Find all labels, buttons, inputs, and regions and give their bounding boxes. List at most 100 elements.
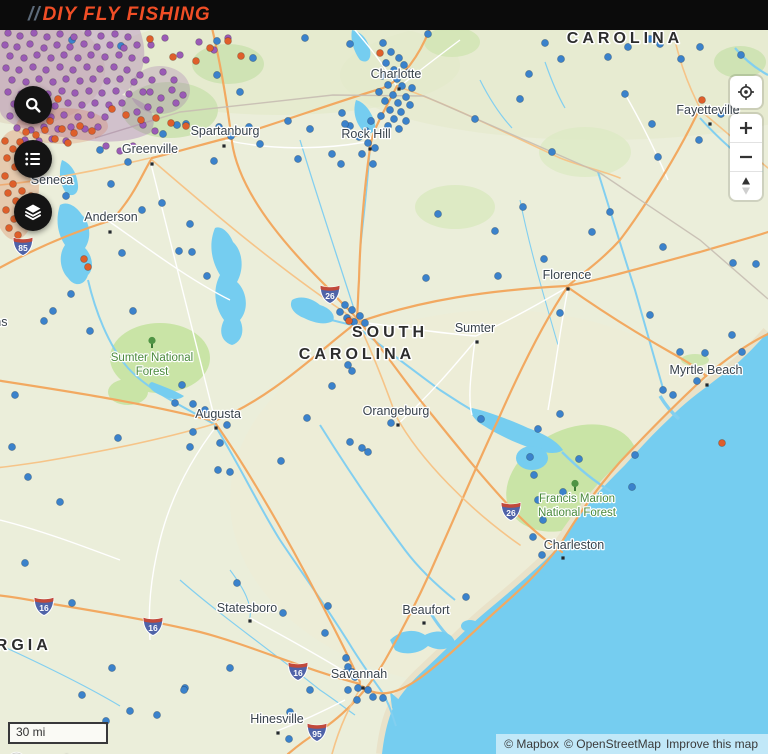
spot-marker-blue[interactable] bbox=[677, 55, 685, 63]
spot-marker-blue[interactable] bbox=[382, 59, 390, 67]
spot-marker-purple[interactable] bbox=[74, 54, 82, 62]
spot-marker-blue[interactable] bbox=[387, 419, 395, 427]
spot-marker-orange[interactable] bbox=[169, 53, 177, 61]
spot-marker-purple[interactable] bbox=[1, 41, 9, 49]
spot-marker-blue[interactable] bbox=[529, 533, 537, 541]
spot-marker-blue[interactable] bbox=[369, 160, 377, 168]
spot-marker-blue[interactable] bbox=[189, 428, 197, 436]
spot-marker-blue[interactable] bbox=[402, 117, 410, 125]
compass-button[interactable] bbox=[730, 171, 762, 200]
spot-marker-blue[interactable] bbox=[277, 457, 285, 465]
spot-marker-orange[interactable] bbox=[4, 189, 12, 197]
spot-marker-blue[interactable] bbox=[346, 438, 354, 446]
spot-marker-blue[interactable] bbox=[358, 150, 366, 158]
spot-marker-blue[interactable] bbox=[752, 260, 760, 268]
spot-marker-orange[interactable] bbox=[206, 44, 214, 52]
spot-marker-purple[interactable] bbox=[42, 66, 50, 74]
spot-marker-blue[interactable] bbox=[406, 101, 414, 109]
spot-marker-blue[interactable] bbox=[279, 609, 287, 617]
spot-marker-purple[interactable] bbox=[89, 75, 97, 83]
spot-marker-blue[interactable] bbox=[540, 255, 548, 263]
spot-marker-orange[interactable] bbox=[167, 119, 175, 127]
spot-marker-blue[interactable] bbox=[175, 247, 183, 255]
spot-marker-orange[interactable] bbox=[46, 117, 54, 125]
spot-marker-orange[interactable] bbox=[122, 111, 130, 119]
spot-marker-blue[interactable] bbox=[223, 421, 231, 429]
spot-marker-purple[interactable] bbox=[93, 43, 101, 51]
spot-marker-blue[interactable] bbox=[67, 290, 75, 298]
spot-marker-purple[interactable] bbox=[91, 99, 99, 107]
spot-marker-purple[interactable] bbox=[96, 65, 104, 73]
spot-marker-purple[interactable] bbox=[16, 32, 24, 40]
spot-marker-purple[interactable] bbox=[20, 54, 28, 62]
spot-marker-blue[interactable] bbox=[519, 203, 527, 211]
spot-marker-purple[interactable] bbox=[151, 127, 159, 135]
spot-marker-purple[interactable] bbox=[84, 30, 92, 37]
spot-marker-purple[interactable] bbox=[29, 63, 37, 71]
spot-marker-purple[interactable] bbox=[64, 99, 72, 107]
spot-marker-orange[interactable] bbox=[152, 114, 160, 122]
spot-marker-purple[interactable] bbox=[142, 56, 150, 64]
spot-marker-blue[interactable] bbox=[214, 466, 222, 474]
spot-marker-purple[interactable] bbox=[85, 87, 93, 95]
spot-marker-blue[interactable] bbox=[114, 434, 122, 442]
spot-marker-blue[interactable] bbox=[354, 684, 362, 692]
spot-marker-blue[interactable] bbox=[541, 39, 549, 47]
spot-marker-blue[interactable] bbox=[526, 453, 534, 461]
search-button[interactable] bbox=[14, 86, 52, 124]
spot-marker-blue[interactable] bbox=[575, 455, 583, 463]
spot-marker-purple[interactable] bbox=[123, 66, 131, 74]
spot-marker-blue[interactable] bbox=[364, 686, 372, 694]
spot-marker-purple[interactable] bbox=[111, 30, 119, 38]
spot-marker-purple[interactable] bbox=[4, 88, 12, 96]
map-canvas[interactable]: 85 26 26 16 16 16 95 Charlotte Rock Hill Spartan… bbox=[0, 30, 768, 754]
spot-marker-blue[interactable] bbox=[328, 150, 336, 158]
spot-marker-purple[interactable] bbox=[87, 51, 95, 59]
spot-marker-blue[interactable] bbox=[367, 117, 375, 125]
spot-marker-purple[interactable] bbox=[26, 40, 34, 48]
spot-marker-blue[interactable] bbox=[646, 311, 654, 319]
spot-marker-purple[interactable] bbox=[102, 142, 110, 150]
spot-marker-purple[interactable] bbox=[35, 75, 43, 83]
spot-marker-purple[interactable] bbox=[98, 89, 106, 97]
spot-marker-blue[interactable] bbox=[387, 48, 395, 56]
spot-marker-purple[interactable] bbox=[176, 51, 184, 59]
spot-marker-blue[interactable] bbox=[306, 125, 314, 133]
spot-marker-blue[interactable] bbox=[306, 686, 314, 694]
spot-marker-purple[interactable] bbox=[120, 44, 128, 52]
spot-marker-blue[interactable] bbox=[285, 735, 293, 743]
spot-marker-blue[interactable] bbox=[24, 473, 32, 481]
spot-marker-blue[interactable] bbox=[729, 259, 737, 267]
spot-marker-blue[interactable] bbox=[346, 40, 354, 48]
spot-marker-blue[interactable] bbox=[321, 629, 329, 637]
spot-marker-blue[interactable] bbox=[294, 155, 302, 163]
spot-marker-orange[interactable] bbox=[14, 231, 22, 239]
spot-marker-blue[interactable] bbox=[534, 425, 542, 433]
spot-marker-blue[interactable] bbox=[494, 272, 502, 280]
spot-marker-orange[interactable] bbox=[146, 35, 154, 43]
spot-marker-blue[interactable] bbox=[353, 696, 361, 704]
spot-marker-blue[interactable] bbox=[40, 317, 48, 325]
spot-marker-blue[interactable] bbox=[397, 108, 405, 116]
spot-marker-orange[interactable] bbox=[1, 137, 9, 145]
spot-marker-blue[interactable] bbox=[338, 109, 346, 117]
spot-marker-blue[interactable] bbox=[249, 54, 257, 62]
spot-marker-blue[interactable] bbox=[216, 439, 224, 447]
spot-marker-blue[interactable] bbox=[188, 248, 196, 256]
spot-marker-blue[interactable] bbox=[491, 227, 499, 235]
spot-marker-purple[interactable] bbox=[179, 91, 187, 99]
spot-marker-purple[interactable] bbox=[170, 76, 178, 84]
spot-marker-blue[interactable] bbox=[556, 309, 564, 317]
spot-marker-purple[interactable] bbox=[136, 71, 144, 79]
spot-marker-blue[interactable] bbox=[462, 593, 470, 601]
spot-marker-purple[interactable] bbox=[156, 106, 164, 114]
spot-marker-blue[interactable] bbox=[424, 30, 432, 38]
spot-marker-blue[interactable] bbox=[631, 451, 639, 459]
spot-marker-purple[interactable] bbox=[76, 77, 84, 85]
spot-marker-orange[interactable] bbox=[237, 52, 245, 60]
spot-marker-orange[interactable] bbox=[182, 122, 190, 130]
spot-marker-blue[interactable] bbox=[621, 90, 629, 98]
spot-marker-purple[interactable] bbox=[6, 112, 14, 120]
spot-marker-purple[interactable] bbox=[148, 76, 156, 84]
spot-marker-blue[interactable] bbox=[236, 88, 244, 96]
